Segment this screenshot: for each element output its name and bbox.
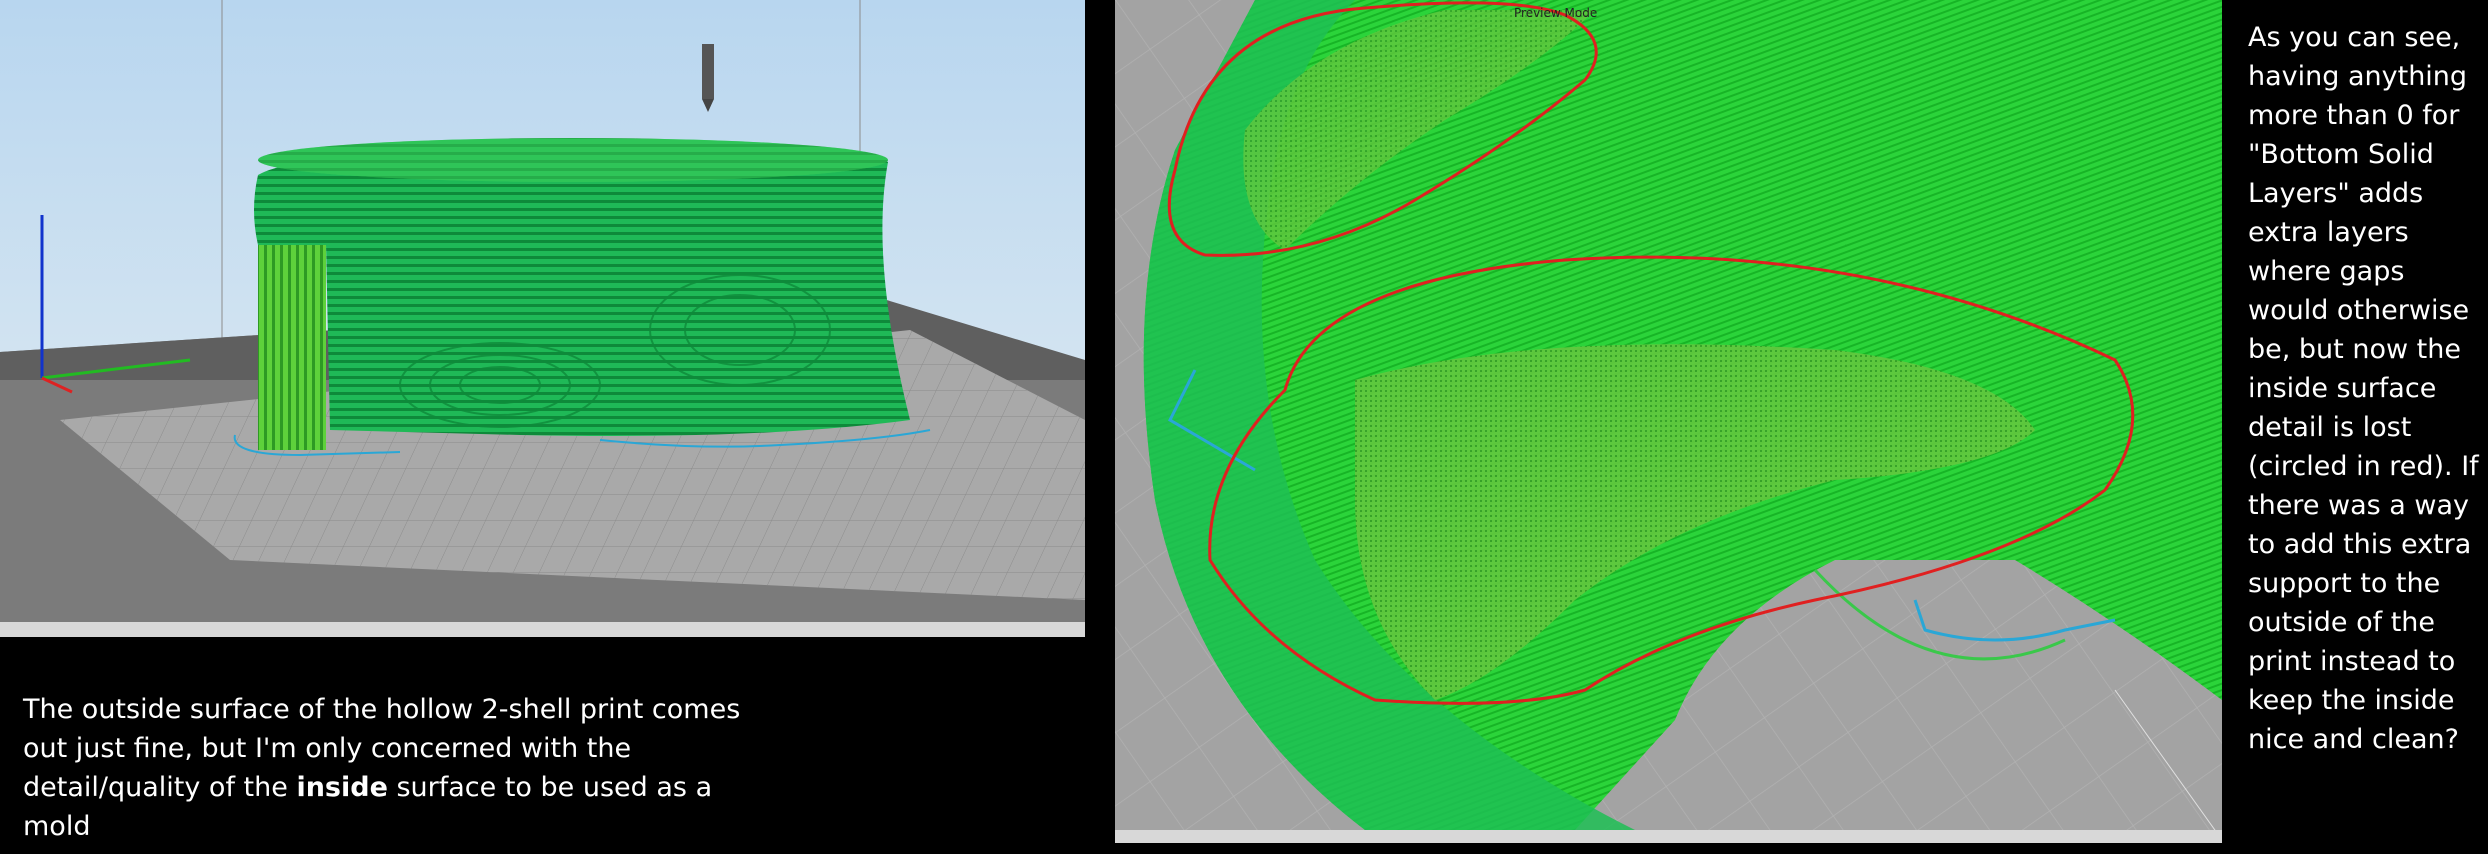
left-3d-viewport[interactable] bbox=[0, 0, 1085, 637]
viewport-bottom-bar bbox=[0, 622, 1085, 637]
right-caption: As you can see, having anything more tha… bbox=[2248, 22, 2479, 755]
viewport-bottom-bar bbox=[1115, 830, 2222, 843]
right-3d-viewport[interactable] bbox=[1115, 0, 2222, 843]
left-scene bbox=[0, 0, 1085, 637]
left-caption: The outside surface of the hollow 2-shel… bbox=[23, 690, 783, 846]
right-scene bbox=[1115, 0, 2222, 843]
support-structure bbox=[258, 245, 326, 450]
left-caption-bold: inside bbox=[296, 772, 388, 803]
printed-object bbox=[254, 148, 910, 436]
preview-mode-label: Preview Mode bbox=[1514, 6, 1598, 20]
nozzle-icon bbox=[702, 44, 714, 112]
